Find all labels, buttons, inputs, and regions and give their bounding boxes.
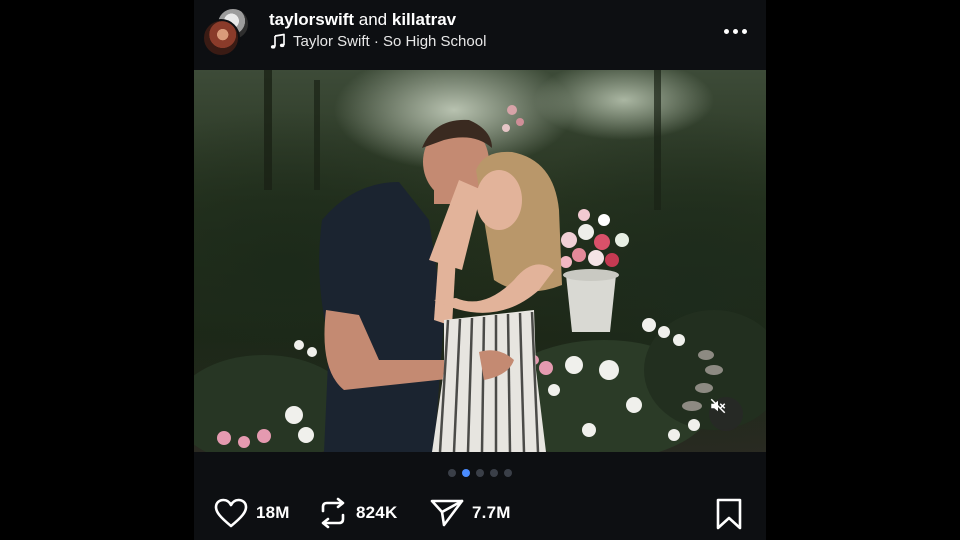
like-button[interactable]: 18M <box>214 496 290 530</box>
share-count: 7.7M <box>472 503 511 522</box>
more-options-button[interactable] <box>718 20 752 42</box>
muted-speaker-icon <box>710 398 726 414</box>
repost-button[interactable]: 824K <box>318 496 397 530</box>
author-avatars[interactable] <box>202 7 252 57</box>
more-options-icon <box>723 28 729 34</box>
author-conjunction: and <box>358 10 388 29</box>
post-header: taylorswift and killatrav Taylor Swift ·… <box>194 0 766 70</box>
post-card: taylorswift and killatrav Taylor Swift ·… <box>194 0 766 540</box>
carousel-dot[interactable] <box>448 469 456 477</box>
repost-icon <box>321 497 345 529</box>
action-bar: 18M 824K 7.7M <box>194 492 766 536</box>
audio-label: Taylor Swift · So High School <box>293 33 487 50</box>
send-icon <box>430 499 464 527</box>
share-button[interactable]: 7.7M <box>430 496 511 530</box>
mute-toggle-button[interactable] <box>709 397 743 431</box>
heart-icon <box>214 498 248 528</box>
photo-illustration <box>194 70 766 452</box>
author-avatar[interactable] <box>202 19 240 57</box>
carousel-dot[interactable] <box>476 469 484 477</box>
carousel-indicator <box>194 469 766 479</box>
collaborator-username[interactable]: killatrav <box>392 10 456 29</box>
bookmark-icon <box>716 498 742 530</box>
audio-attribution[interactable]: Taylor Swift · So High School <box>269 33 486 51</box>
save-button[interactable] <box>714 498 744 530</box>
author-username[interactable]: taylorswift <box>269 10 354 29</box>
post-authors: taylorswift and killatrav <box>269 10 456 30</box>
post-photo[interactable] <box>194 70 766 452</box>
carousel-dot[interactable] <box>462 469 470 477</box>
music-note-icon <box>270 33 285 49</box>
like-count: 18M <box>256 503 290 522</box>
repost-count: 824K <box>356 503 398 522</box>
carousel-dot[interactable] <box>504 469 512 477</box>
carousel-dot[interactable] <box>490 469 498 477</box>
